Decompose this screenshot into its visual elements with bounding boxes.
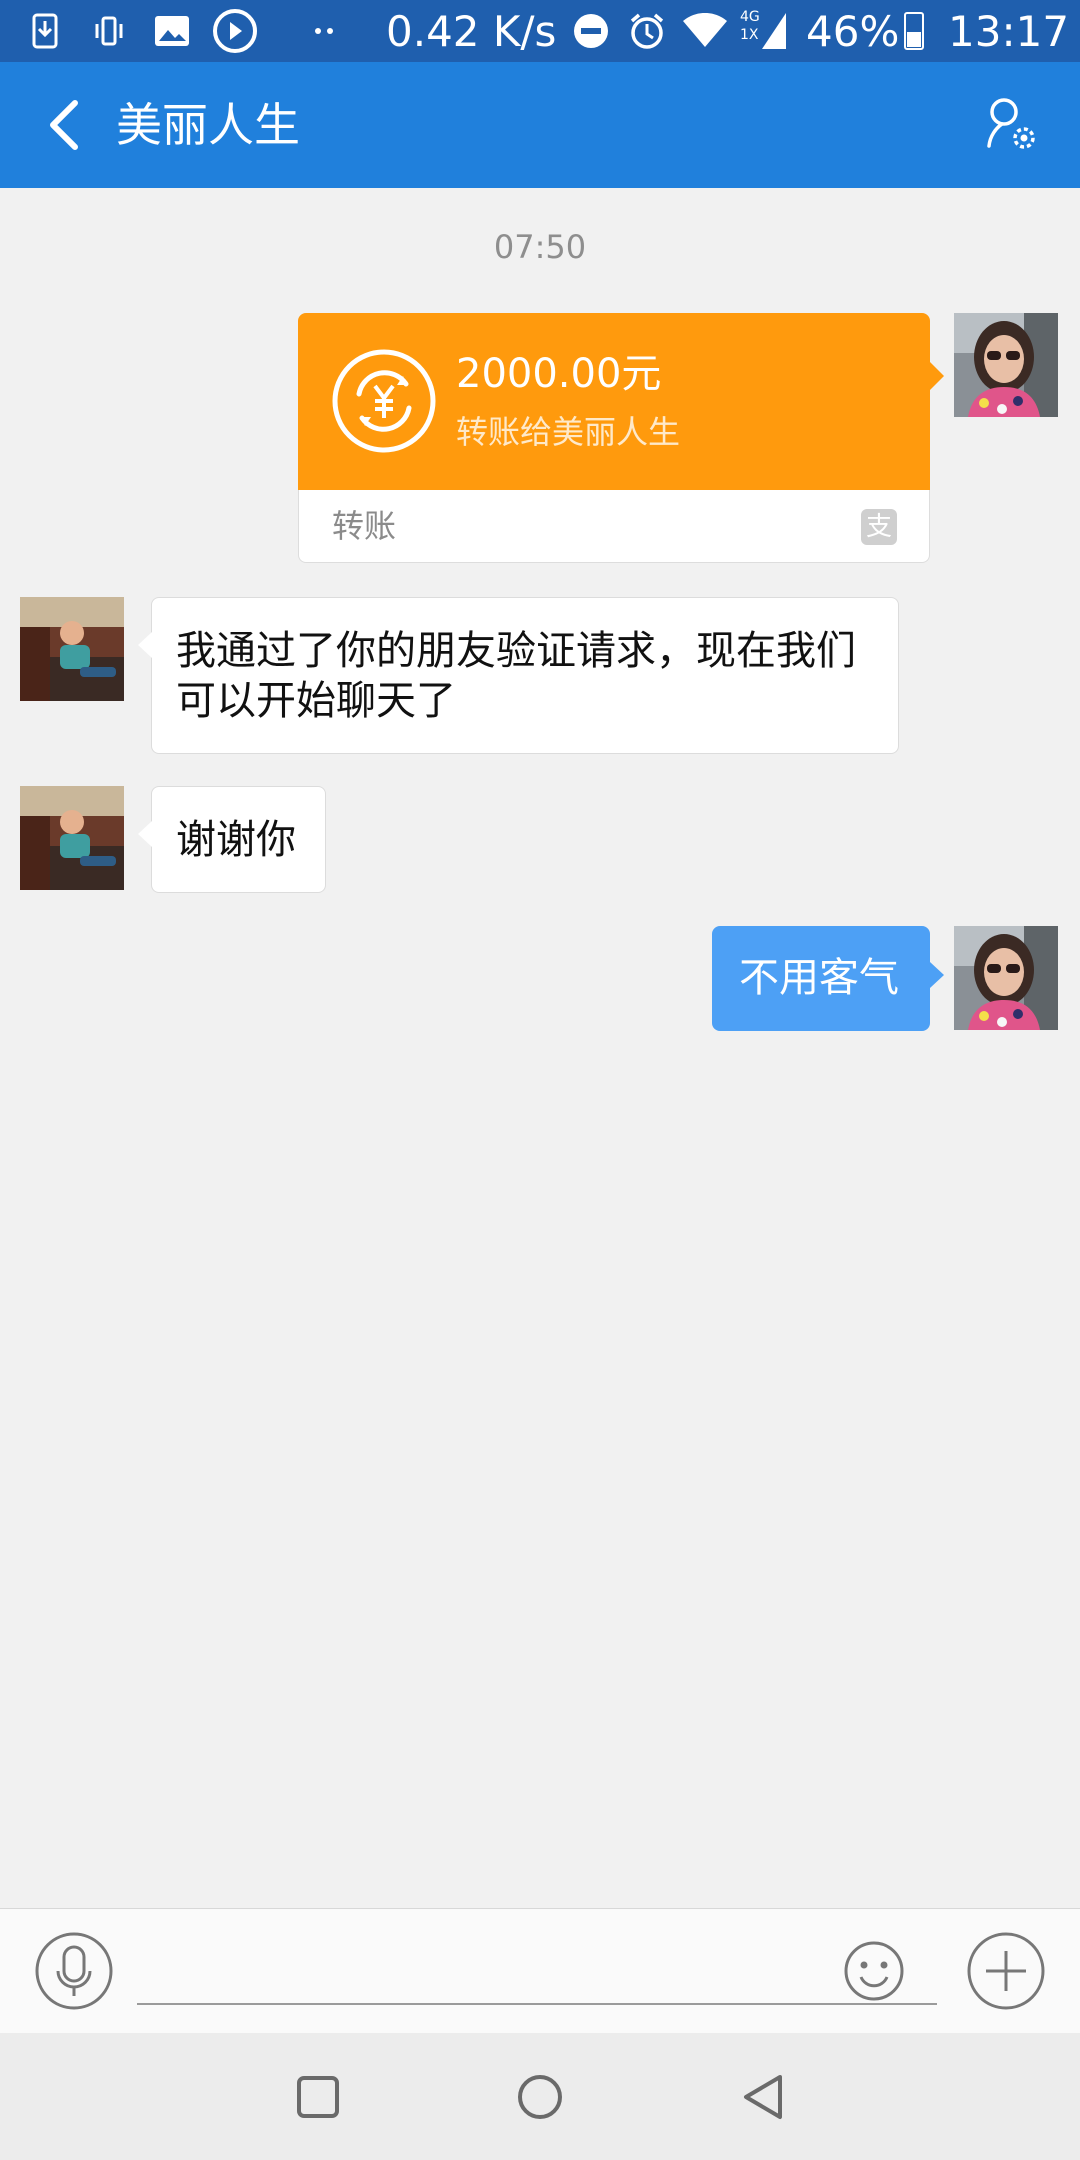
alipay-icon: 支 — [861, 509, 897, 545]
bubble-tail — [930, 962, 944, 988]
plus-icon — [967, 1932, 1045, 2010]
image-icon — [154, 0, 190, 62]
message-input[interactable] — [137, 1929, 937, 2005]
battery-icon — [904, 0, 924, 62]
message-bubble[interactable]: 我通过了你的朋友验证请求，现在我们可以开始聊天了 — [138, 597, 899, 754]
contact-settings-icon — [987, 98, 1035, 149]
alarm-icon — [627, 0, 667, 62]
message-text: 谢谢你 — [176, 817, 296, 863]
wifi-icon — [682, 0, 728, 62]
transfer-amount: 2000.00元 — [456, 351, 662, 397]
home-button[interactable] — [516, 2073, 564, 2121]
voice-icon — [35, 1932, 113, 2010]
chat-timestamp: 07:50 — [493, 228, 587, 266]
voice-button[interactable] — [34, 1931, 114, 2011]
emoji-button[interactable] — [843, 1940, 905, 2002]
message-text: 我通过了你的朋友验证请求，现在我们可以开始聊天了 — [176, 628, 856, 724]
bubble-tail — [138, 821, 152, 847]
back-icon — [744, 2075, 782, 2119]
message-text: 不用客气 — [739, 955, 899, 1001]
network-type-label: 4G — [740, 9, 760, 25]
chat-title: 美丽人生 — [116, 98, 300, 152]
transfer-description: 转账给美丽人生 — [456, 413, 681, 451]
contact-avatar[interactable] — [20, 786, 124, 890]
signal-icon: 4G 1X — [740, 0, 788, 62]
network-speed: 0.42 K/s — [386, 6, 557, 56]
message-bubble[interactable]: 不用客气 — [712, 926, 944, 1031]
more-dots-icon — [314, 0, 334, 62]
transfer-card-footer: 转账 支 — [298, 490, 930, 563]
transfer-card-top: 2000.00元 转账给美丽人生 — [298, 313, 930, 490]
bubble-tail — [930, 362, 944, 390]
more-actions-button[interactable] — [966, 1931, 1046, 2011]
play-icon — [212, 0, 258, 62]
chat-screen: 0.42 K/s 4G 1X 46% 13:17 美丽人生 07:50 2000… — [0, 0, 1080, 2160]
title-bar: 美丽人生 — [0, 62, 1080, 188]
contact-settings-button[interactable] — [978, 94, 1042, 158]
recents-icon — [297, 2076, 339, 2118]
recents-button[interactable] — [296, 2075, 340, 2119]
battery-percent: 46% — [806, 6, 900, 56]
bubble-tail — [138, 632, 152, 658]
status-bar: 0.42 K/s 4G 1X 46% 13:17 — [0, 0, 1080, 62]
system-nav-bar — [0, 2033, 1080, 2160]
transfer-label: 转账 — [332, 507, 397, 545]
emoji-icon — [844, 1941, 904, 2001]
download-icon — [32, 0, 58, 62]
my-avatar[interactable] — [954, 926, 1058, 1030]
transfer-yuan-icon — [331, 348, 437, 454]
message-bubble[interactable]: 谢谢你 — [138, 786, 326, 893]
network-sub-label: 1X — [740, 27, 759, 43]
transfer-card[interactable]: 2000.00元 转账给美丽人生 转账 支 — [298, 313, 944, 563]
vibrate-icon — [92, 0, 126, 62]
back-arrow-icon — [50, 100, 78, 150]
back-button[interactable] — [30, 92, 96, 158]
contact-avatar[interactable] — [20, 597, 124, 701]
my-avatar[interactable] — [954, 313, 1058, 417]
nav-back-button[interactable] — [740, 2073, 788, 2121]
clock: 13:17 — [948, 6, 1070, 56]
input-bar — [0, 1908, 1080, 2034]
home-icon — [518, 2075, 562, 2119]
dnd-icon — [572, 0, 610, 62]
